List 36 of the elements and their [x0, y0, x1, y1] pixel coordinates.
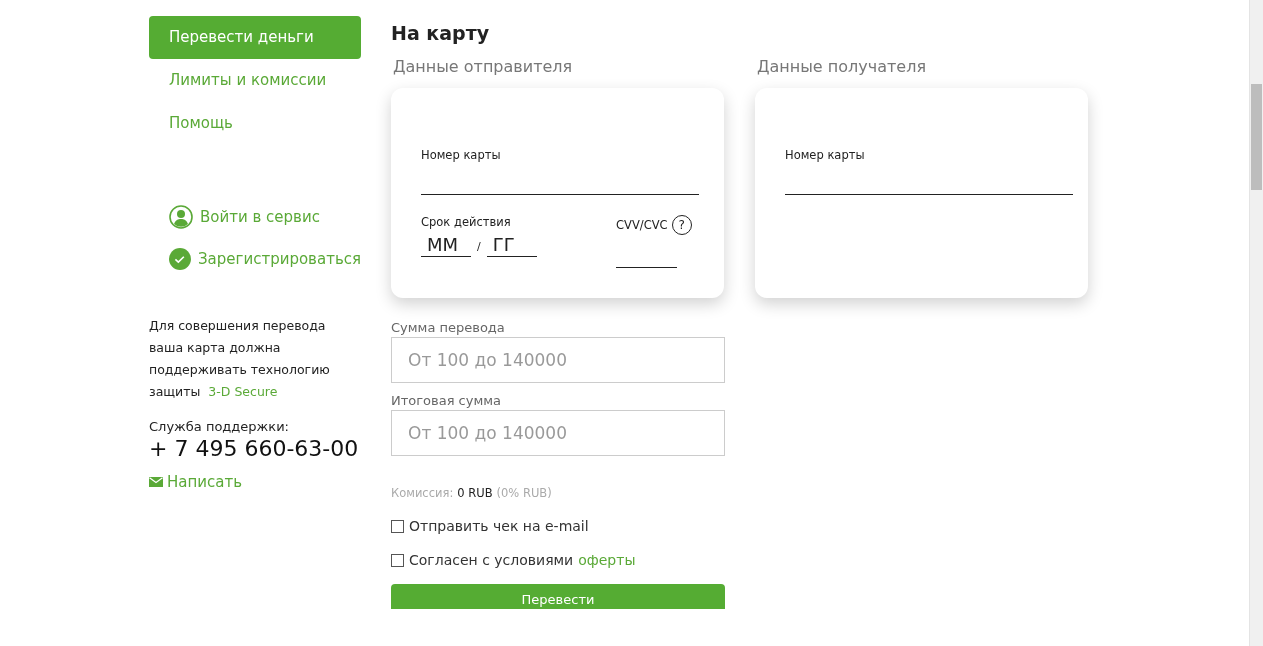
amount-field[interactable]: От 100 до 140000	[391, 337, 725, 383]
commission-value: 0 RUB	[457, 486, 493, 500]
commission-note: (0% RUB)	[496, 486, 552, 500]
support-phone: + 7 495 660-63-00	[149, 436, 360, 461]
checkbox-label: Отправить чек на e-mail	[409, 518, 589, 534]
checkbox-label: Согласен с условиями оферты	[409, 552, 636, 568]
sidebar-item[interactable]: Помощь	[149, 102, 361, 145]
offer-link[interactable]: оферты	[578, 552, 636, 568]
sidebar-item[interactable]: Лимиты и комиссии	[149, 59, 361, 102]
checkbox[interactable]	[391, 519, 404, 533]
secure-link[interactable]: 3-D Secure	[208, 384, 278, 399]
checkbox[interactable]	[391, 553, 404, 567]
date-separator: /	[477, 240, 481, 255]
sender-heading: Данные отправителя	[392, 56, 574, 78]
field-label: Итоговая сумма	[391, 393, 503, 408]
commission-label: Комиссия:	[391, 486, 454, 500]
notice-text: Для совершения перевода ваша карта должна поддерживать технологию защиты 3-D Secure	[149, 317, 331, 401]
recipient-heading: Данные получателя	[756, 56, 927, 78]
sidebar-item[interactable]: Перевести деньги	[149, 16, 361, 59]
support-label: Служба поддержки:	[149, 419, 290, 434]
field-label: Номер карты	[785, 148, 866, 162]
check-icon	[169, 247, 191, 271]
transfer-button[interactable]: Перевести	[391, 584, 725, 609]
scrollbar[interactable]	[1249, 0, 1263, 646]
write-link[interactable]: Написать	[167, 473, 243, 491]
scrollbar-thumb[interactable]	[1251, 84, 1262, 190]
field-label: Сумма перевода	[391, 320, 506, 335]
user-icon	[169, 205, 193, 229]
field-label: Срок действия	[421, 215, 512, 229]
auth-link[interactable]: Зарегистрироваться	[197, 250, 361, 268]
mail-icon	[149, 477, 163, 487]
page-title: На карту	[391, 21, 491, 46]
total-field[interactable]: От 100 до 140000	[391, 410, 725, 456]
field-label: CVV/CVC	[616, 218, 668, 232]
field-label: Номер карты	[421, 148, 502, 162]
auth-link[interactable]: Войти в сервис	[200, 208, 320, 226]
